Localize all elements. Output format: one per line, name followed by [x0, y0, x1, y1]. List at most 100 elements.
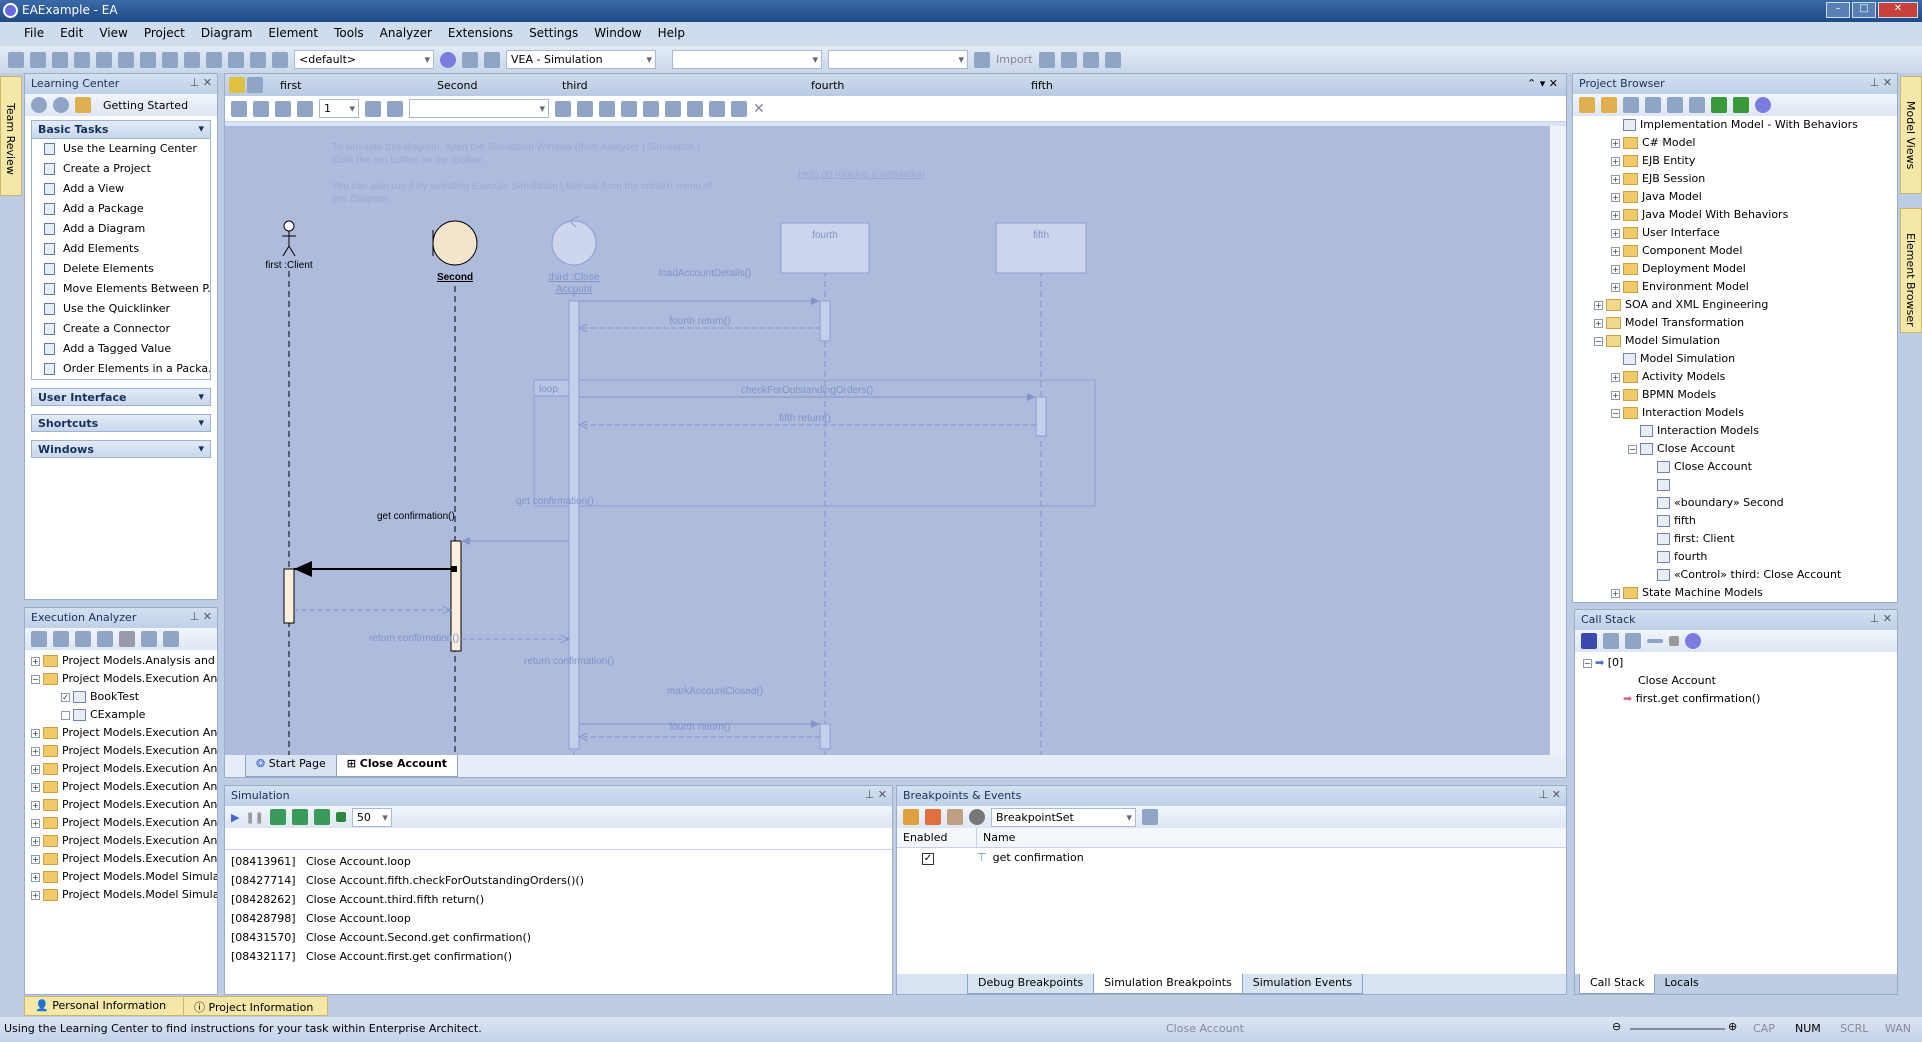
boundary-icon[interactable]	[432, 220, 478, 266]
zoom-out-icon[interactable]: ⊖	[1612, 1020, 1621, 1033]
tree-item[interactable]: + Environment Model	[1577, 278, 1897, 296]
expander-icon[interactable]: +	[1594, 318, 1603, 328]
tree-item[interactable]: + Deployment Model	[1577, 260, 1897, 278]
menu-file[interactable]: File	[16, 26, 52, 46]
layout-icon[interactable]	[709, 100, 725, 117]
section-header[interactable]: Shortcuts	[31, 414, 211, 432]
tree-item[interactable]: − Model Simulation	[1577, 332, 1897, 350]
breakpoint-row[interactable]: ✓ ⊤ get confirmation	[897, 848, 1566, 868]
expander-icon[interactable]: +	[1594, 300, 1603, 310]
help-icon[interactable]	[1685, 633, 1701, 649]
breakpoint-enabled-checkbox[interactable]: ✓	[922, 853, 934, 865]
new-diagram-icon[interactable]	[1623, 97, 1639, 113]
tree-item[interactable]: + Activity Models	[1577, 368, 1897, 386]
properties-icon[interactable]	[1667, 97, 1683, 113]
task-item[interactable]: Move Elements Between P...	[32, 279, 210, 299]
menu-window[interactable]: Window	[586, 26, 649, 46]
save-icon[interactable]	[1581, 633, 1597, 649]
cut-icon[interactable]	[74, 51, 90, 68]
perspective-select[interactable]: VEA - Simulation	[506, 50, 656, 69]
breakpoint-set-menu-icon[interactable]	[1142, 809, 1158, 825]
menu-settings[interactable]: Settings	[521, 26, 586, 46]
tab-personal-information[interactable]: 👤 Personal Information	[24, 996, 184, 1016]
expander-icon[interactable]: +	[1611, 588, 1620, 598]
speed-stepper[interactable]: 50	[351, 807, 392, 827]
expander-icon[interactable]: +	[31, 764, 40, 774]
expander-icon[interactable]: +	[31, 818, 40, 828]
back-icon[interactable]	[31, 97, 47, 113]
expander-icon[interactable]: +	[1611, 372, 1620, 382]
font-icon[interactable]	[231, 100, 247, 117]
expander-icon[interactable]: +	[1611, 174, 1620, 184]
expander-icon[interactable]: +	[1611, 390, 1620, 400]
pen-icon[interactable]	[387, 100, 403, 117]
expander-icon[interactable]: −	[31, 674, 40, 684]
tree-item[interactable]: + Project Models.Execution Ana	[31, 796, 217, 814]
tree-item[interactable]: − Close Account	[1577, 440, 1897, 458]
task-item[interactable]: Add Elements	[32, 239, 210, 259]
close-button[interactable]: ✕	[1878, 2, 1918, 18]
tree-item[interactable]: + Project Models.Execution Ana	[31, 724, 217, 742]
stop-icon[interactable]	[335, 812, 346, 822]
diagram-style-combo[interactable]	[409, 99, 549, 118]
paste-icon[interactable]	[118, 51, 134, 68]
task-item[interactable]: Delete Elements	[32, 259, 210, 279]
tree-item[interactable]: + EJB Entity	[1577, 152, 1897, 170]
tab-start-page[interactable]: ❂ Start Page	[245, 755, 337, 777]
menu-view[interactable]: View	[91, 26, 135, 46]
font-color-icon[interactable]	[253, 100, 269, 117]
task-item[interactable]: Add a View	[32, 179, 210, 199]
expander-icon[interactable]: −	[1611, 408, 1620, 418]
tree-item[interactable]	[1577, 476, 1897, 494]
checkbox[interactable]	[61, 710, 70, 720]
help-icon[interactable]	[1755, 97, 1771, 113]
disable-breakpoint-icon[interactable]	[947, 809, 963, 825]
new-icon[interactable]	[8, 51, 24, 68]
toolbar-combo-4[interactable]	[828, 50, 968, 69]
perspective-icon[interactable]	[462, 51, 478, 68]
diagram-icon[interactable]	[1603, 633, 1619, 649]
tree-item[interactable]: fifth	[1577, 512, 1897, 530]
forward-icon[interactable]	[53, 97, 69, 113]
sequence-icon[interactable]	[247, 77, 263, 93]
tree-item[interactable]: «Control» third: Close Account	[1577, 566, 1897, 584]
diagram-icon[interactable]	[484, 51, 500, 68]
pin-close-icons[interactable]: ⊥ ✕	[1870, 612, 1892, 625]
highlight-icon[interactable]	[555, 100, 571, 117]
tree-item[interactable]: Model Simulation	[1577, 350, 1897, 368]
help-icon[interactable]	[440, 51, 456, 68]
tree-item[interactable]: + Project Models.Execution Ana	[31, 760, 217, 778]
element-browser-tab[interactable]: Element Browser	[1900, 208, 1922, 333]
diagram-vertical-scrollbar[interactable]	[1550, 126, 1566, 757]
tree-item[interactable]: CExample	[31, 706, 217, 724]
tree-item[interactable]: + EJB Session	[1577, 170, 1897, 188]
run-icon[interactable]: ▶	[231, 811, 239, 824]
tree-item[interactable]: + Project Models.Execution Ana	[31, 742, 217, 760]
tree-item[interactable]: + Project Models.Execution Ana	[31, 778, 217, 796]
tree-item[interactable]: first: Client	[1577, 530, 1897, 548]
run-icon[interactable]	[119, 631, 135, 647]
print-icon[interactable]	[228, 51, 244, 68]
expander-icon[interactable]: +	[1611, 264, 1620, 274]
expander-icon[interactable]: +	[31, 800, 40, 810]
collapse-icon[interactable]	[1647, 639, 1663, 643]
pin-close-icons[interactable]: ⊥ ✕	[190, 610, 212, 623]
maximize-button[interactable]: □	[1852, 2, 1876, 18]
column-name[interactable]: Name	[977, 828, 1015, 847]
expander-icon[interactable]: +	[31, 836, 40, 846]
tree-item[interactable]: + SOA and XML Engineering	[1577, 296, 1897, 314]
find-icon[interactable]	[184, 51, 200, 68]
tree-item[interactable]: + C# Model	[1577, 134, 1897, 152]
new-package-icon[interactable]	[1579, 97, 1595, 113]
save-icon[interactable]	[52, 51, 68, 68]
expander-icon[interactable]: +	[1611, 228, 1620, 238]
expander-icon[interactable]: +	[31, 890, 40, 900]
stop-icon[interactable]	[1669, 636, 1679, 646]
hand-icon[interactable]	[903, 809, 919, 825]
column-enabled[interactable]: Enabled	[897, 828, 977, 847]
expander-icon[interactable]: +	[31, 854, 40, 864]
expander-icon[interactable]: +	[31, 656, 40, 666]
header-controls[interactable]: ⌃ ▾ ✕	[1527, 77, 1558, 90]
zoom-in-icon[interactable]: ⊕	[1728, 1020, 1737, 1033]
menu-extensions[interactable]: Extensions	[440, 26, 521, 46]
